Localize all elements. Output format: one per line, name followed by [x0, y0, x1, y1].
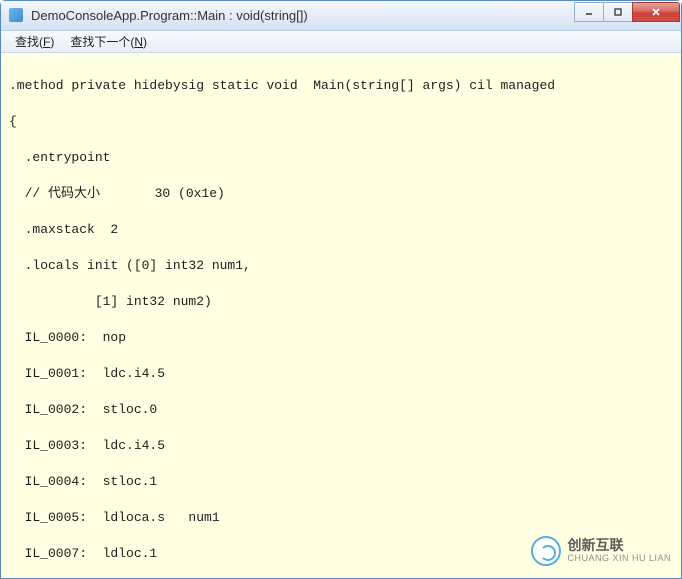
code-line: IL_0007: ldloc.1	[9, 545, 673, 563]
code-line: // 代码大小 30 (0x1e)	[9, 185, 673, 203]
app-icon	[9, 8, 25, 24]
close-icon	[650, 6, 662, 18]
code-line: IL_0000: nop	[9, 329, 673, 347]
code-line: {	[9, 113, 673, 131]
code-line: [1] int32 num2)	[9, 293, 673, 311]
maximize-icon	[613, 7, 623, 17]
menu-find-next[interactable]: 查找下一个(N)	[62, 31, 155, 52]
code-line: IL_0001: ldc.i4.5	[9, 365, 673, 383]
menu-find[interactable]: 查找(F)	[7, 31, 62, 52]
titlebar[interactable]: DemoConsoleApp.Program::Main : void(stri…	[1, 1, 681, 31]
code-line: .method private hidebysig static void Ma…	[9, 77, 673, 95]
window-controls	[575, 2, 680, 22]
menubar: 查找(F) 查找下一个(N)	[1, 31, 681, 53]
minimize-icon	[584, 7, 594, 17]
code-line: .locals init ([0] int32 num1,	[9, 257, 673, 275]
code-pane[interactable]: .method private hidebysig static void Ma…	[1, 53, 681, 578]
code-line: IL_0004: stloc.1	[9, 473, 673, 491]
maximize-button[interactable]	[603, 2, 633, 22]
close-button[interactable]	[632, 2, 680, 22]
code-line: .maxstack 2	[9, 221, 673, 239]
code-line: IL_0005: ldloca.s num1	[9, 509, 673, 527]
minimize-button[interactable]	[574, 2, 604, 22]
app-window: DemoConsoleApp.Program::Main : void(stri…	[0, 0, 682, 579]
code-line: IL_0003: ldc.i4.5	[9, 437, 673, 455]
code-line: IL_0002: stloc.0	[9, 401, 673, 419]
code-line: .entrypoint	[9, 149, 673, 167]
